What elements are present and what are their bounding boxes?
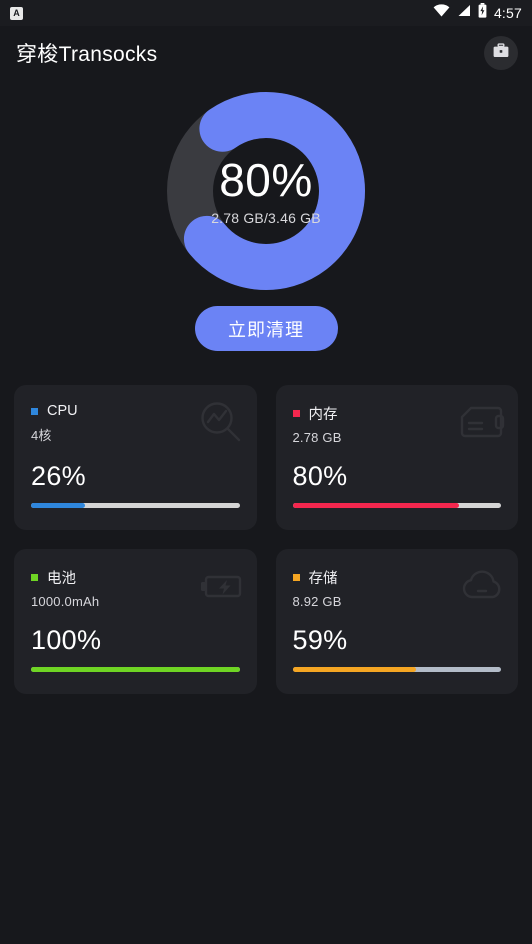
card-title-row-cpu: CPU — [31, 403, 78, 419]
app-badge-icon: A — [10, 6, 23, 20]
clean-button-row: 立即清理 — [0, 306, 532, 351]
card-progress-track-cpu — [31, 503, 240, 508]
briefcase-button[interactable] — [484, 36, 518, 70]
memory-card-icon — [458, 398, 506, 446]
status-bar: A 4:57 — [0, 0, 532, 26]
signal-icon — [457, 4, 471, 22]
card-title-row-storage: 存储 — [292, 567, 342, 588]
app-screen: A 4:57 穿梭Transocks 80% 2.78 GB/3.46 GB 立… — [0, 0, 532, 944]
status-bar-left: A — [10, 6, 23, 20]
metric-card-grid: CPU 4核 26% 内存 2.78 GB 80% 电池 1000.0mAh 1… — [0, 351, 532, 694]
card-progress-track-memory — [292, 503, 501, 508]
bullet-marker-cpu — [31, 407, 38, 415]
metric-card-memory[interactable]: 内存 2.78 GB 80% — [275, 385, 518, 530]
card-subtitle-cpu: 4核 — [31, 428, 52, 443]
card-progress-fill-storage — [292, 667, 416, 672]
card-title-row-battery: 电池 — [31, 567, 99, 588]
card-progress-fill-memory — [292, 503, 460, 508]
card-text-memory: 内存 2.78 GB — [292, 403, 342, 445]
donut-svg — [167, 92, 365, 290]
clean-now-button[interactable]: 立即清理 — [194, 306, 338, 351]
card-title-battery: 电池 — [47, 571, 76, 587]
card-percent-storage: 59% — [292, 625, 348, 655]
app-bar: 穿梭Transocks — [0, 26, 532, 80]
card-progress-track-battery — [31, 667, 240, 672]
card-progress-track-storage — [292, 667, 501, 672]
card-title-cpu: CPU — [47, 403, 78, 419]
card-text-storage: 存储 8.92 GB — [292, 567, 342, 609]
status-bar-clock: 4:57 — [493, 5, 522, 21]
card-subtitle-memory: 2.78 GB — [292, 430, 342, 445]
card-title-storage: 存储 — [308, 571, 338, 587]
card-subtitle-storage: 8.92 GB — [292, 594, 342, 609]
wifi-icon — [433, 4, 450, 22]
bullet-marker-storage — [292, 574, 300, 581]
card-percent-battery: 100% — [31, 625, 102, 655]
donut-value-arc — [183, 92, 365, 290]
card-text-battery: 电池 1000.0mAh — [31, 567, 99, 609]
card-title-row-memory: 内存 — [292, 403, 342, 424]
card-percent-cpu: 26% — [31, 461, 86, 491]
card-subtitle-battery: 1000.0mAh — [31, 594, 100, 609]
bullet-marker-battery — [31, 574, 38, 581]
memory-donut-section: 80% 2.78 GB/3.46 GB — [0, 82, 532, 300]
metric-card-cpu[interactable]: CPU 4核 26% — [14, 385, 257, 530]
metric-card-storage[interactable]: 存储 8.92 GB 59% — [275, 549, 518, 694]
battery-charging-icon — [478, 3, 487, 23]
bullet-marker-memory — [292, 410, 300, 417]
battery-charging-icon — [197, 562, 245, 610]
card-progress-fill-cpu — [31, 503, 86, 508]
metric-card-battery[interactable]: 电池 1000.0mAh 100% — [14, 549, 257, 694]
cloud-icon — [458, 562, 506, 610]
page-title: 穿梭Transocks — [16, 43, 158, 66]
briefcase-icon — [492, 42, 510, 65]
status-bar-right: 4:57 — [433, 3, 522, 23]
card-title-memory: 内存 — [308, 407, 338, 423]
card-percent-memory: 80% — [292, 461, 348, 491]
activity-magnifier-icon — [197, 398, 245, 446]
memory-donut-chart: 80% 2.78 GB/3.46 GB — [166, 91, 366, 291]
card-text-cpu: CPU 4核 — [31, 403, 78, 444]
card-progress-fill-battery — [31, 667, 240, 672]
